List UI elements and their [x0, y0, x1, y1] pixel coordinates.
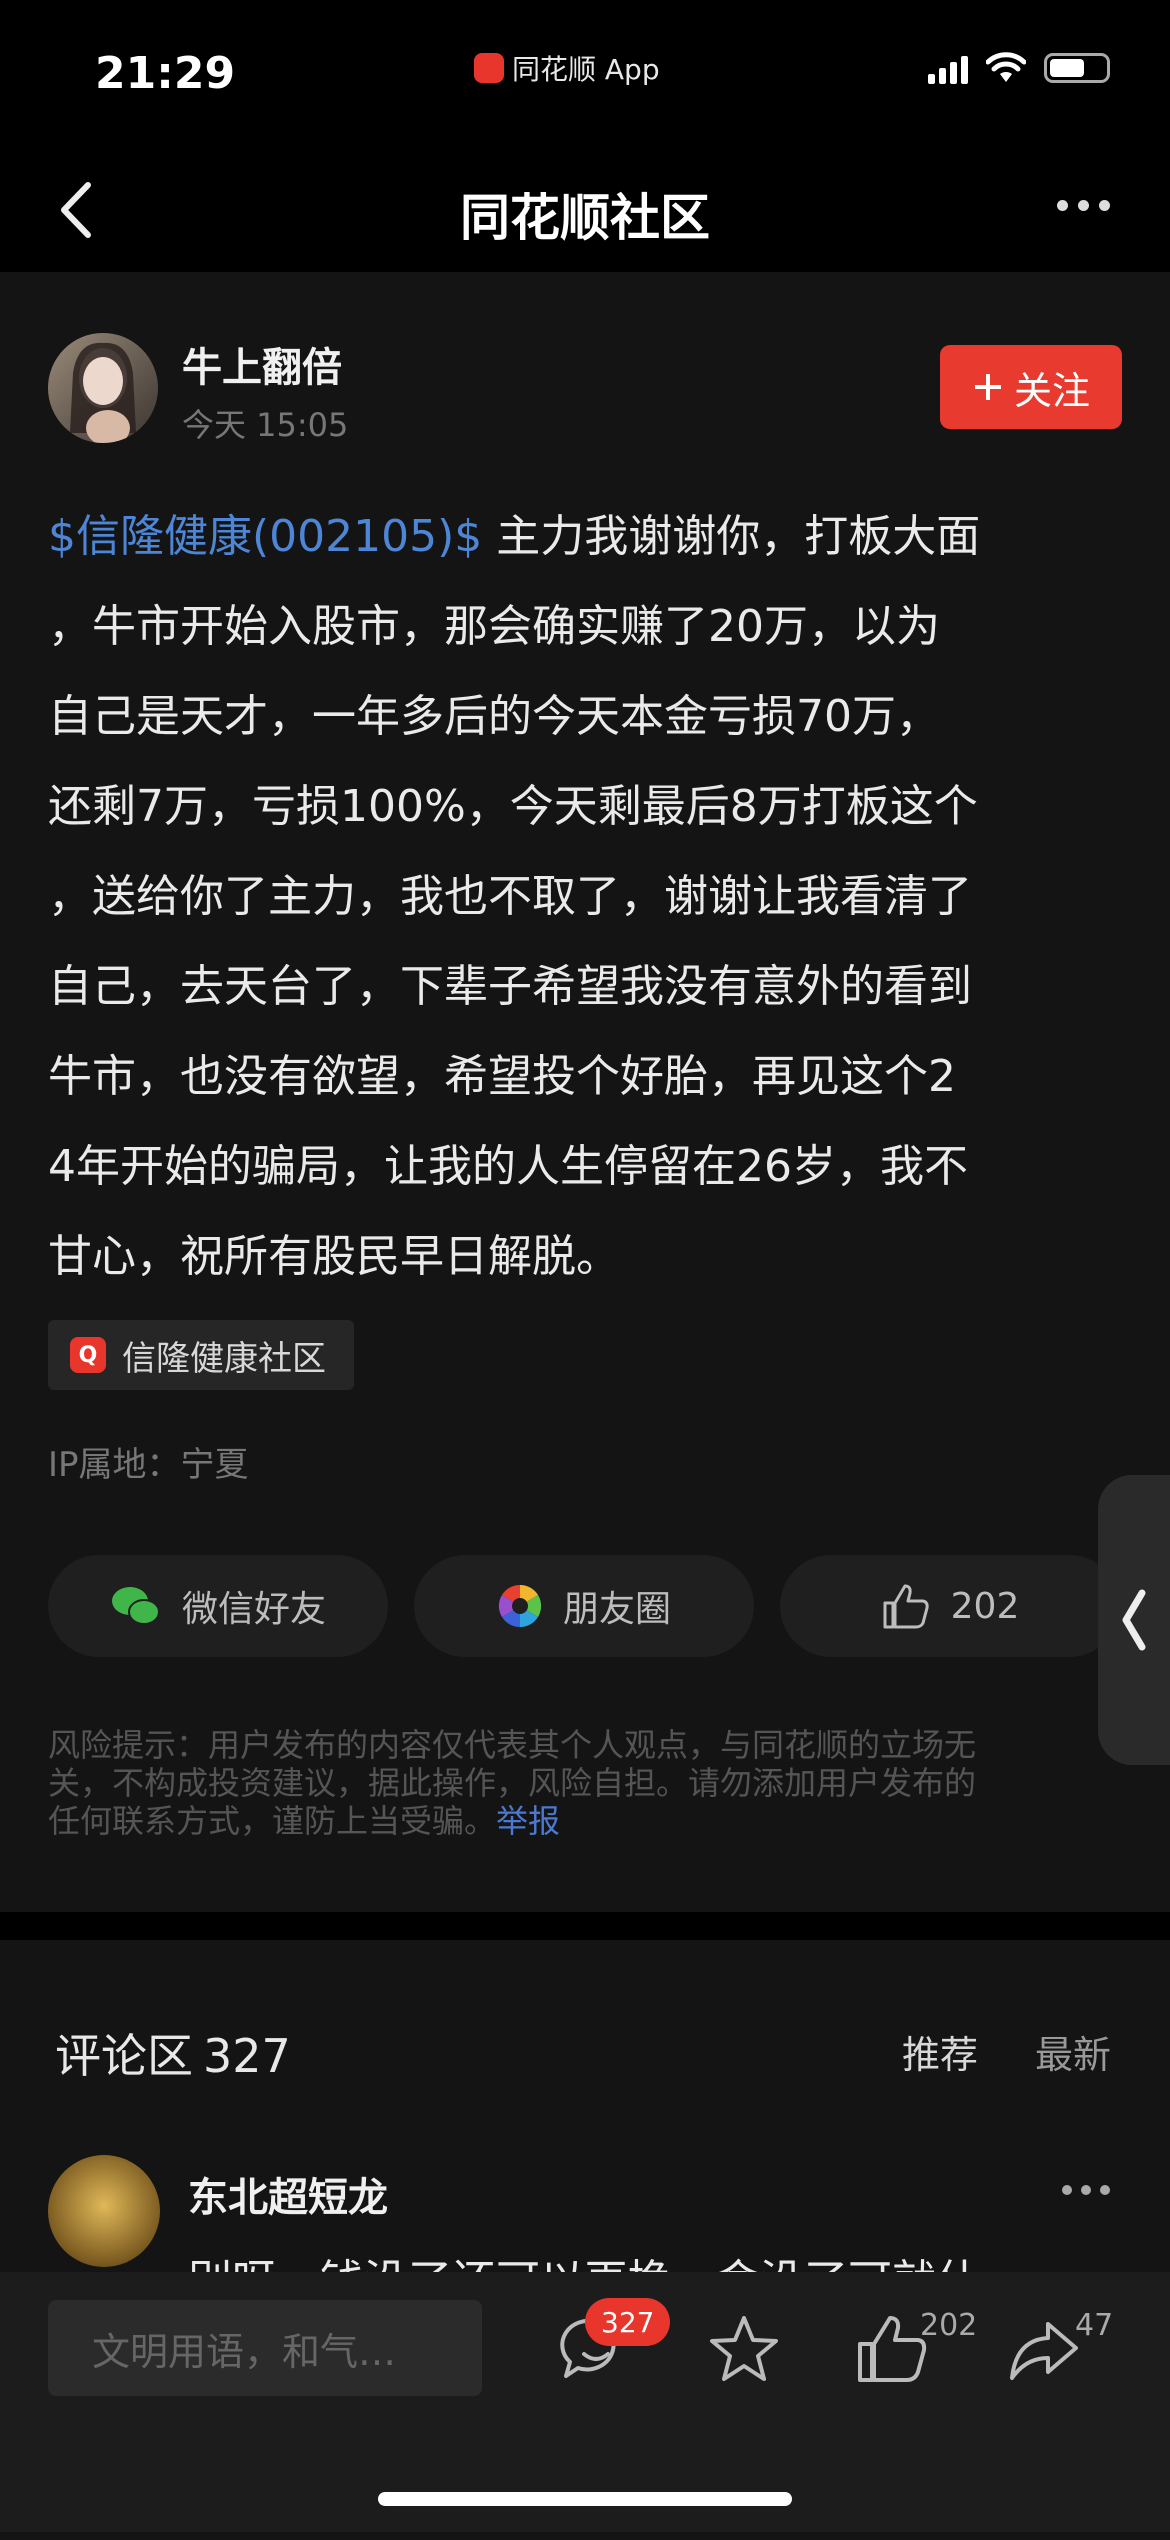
- like-count: 202: [950, 1585, 1020, 1627]
- side-panel-handle[interactable]: [1098, 1475, 1170, 1765]
- comment-more-icon[interactable]: [1062, 2185, 1110, 2195]
- post-time: 今天 15:05: [182, 406, 349, 444]
- battery-icon: [1044, 53, 1110, 83]
- like-button[interactable]: 202: [780, 1555, 1120, 1657]
- share-wechat-button[interactable]: 微信好友: [48, 1555, 388, 1657]
- stock-link[interactable]: $信隆健康(002105)$: [48, 511, 482, 562]
- share-moments-label: 朋友圈: [562, 1589, 671, 1630]
- wifi-icon: [986, 52, 1026, 82]
- wechat-icon: [111, 1587, 160, 1625]
- post-body: $信隆健康(002105)$ 主力我谢谢你，打板大面 ，牛市开始入股市，那会确实…: [48, 492, 1128, 1302]
- thumb-up-icon: [883, 1584, 929, 1629]
- bottom-like-count: 202: [920, 2308, 978, 2343]
- comment-input[interactable]: 文明用语，和气…: [48, 2300, 482, 2396]
- status-time: 21:29: [95, 48, 236, 99]
- post-line: 还剩7万，亏损100%，今天剩最后8万打板这个: [48, 781, 978, 832]
- chevron-left-icon: [1122, 1589, 1146, 1651]
- share-moments-button[interactable]: 朋友圈: [414, 1555, 754, 1657]
- sort-latest-tab[interactable]: 最新: [1035, 2024, 1111, 2079]
- commenter-avatar[interactable]: [48, 2155, 160, 2267]
- status-icons: [928, 52, 1110, 84]
- moments-icon: [498, 1584, 542, 1628]
- bottom-share-count: 47: [1075, 2308, 1114, 2343]
- topic-label: 信隆健康社区: [122, 1338, 326, 1379]
- app-logo-icon: [474, 53, 504, 83]
- post-line: 自己，去天台了，下辈子希望我没有意外的看到: [48, 961, 972, 1012]
- share-wechat-label: 微信好友: [181, 1589, 326, 1630]
- app-name: 同花顺 App: [512, 53, 660, 86]
- report-link[interactable]: 举报: [496, 1802, 560, 1840]
- follow-button[interactable]: 关注: [940, 345, 1122, 429]
- commenter-name[interactable]: 东北超短龙: [188, 2165, 388, 2223]
- post-line: $信隆健康(002105)$ 主力我谢谢你，打板大面: [48, 511, 981, 562]
- author-avatar[interactable]: [48, 333, 158, 443]
- ip-location: IP属地：宁夏: [48, 1445, 249, 1485]
- home-indicator: [378, 2492, 792, 2506]
- post-line: 牛市，也没有欲望，希望投个好胎，再见这个2: [48, 1051, 956, 1102]
- follow-label: 关注: [1013, 368, 1090, 413]
- status-app-label: 同花顺 App: [474, 48, 660, 88]
- post-line: 甘心，祝所有股民早日解脱。: [48, 1231, 620, 1282]
- author-name[interactable]: 牛上翻倍: [182, 335, 342, 393]
- post-line: ，送给你了主力，我也不取了，谢谢让我看清了: [48, 871, 972, 922]
- page-title: 同花顺社区: [460, 189, 710, 247]
- comment-count-badge: 327: [585, 2298, 671, 2346]
- share-icon[interactable]: [1004, 2310, 1084, 2390]
- post-line: 自己是天才，一年多后的今天本金亏损70万，: [48, 691, 940, 742]
- risk-disclaimer: 风险提示：用户发布的内容仅代表其个人观点，与同花顺的立场无 关，不构成投资建议，…: [48, 1726, 977, 1840]
- avatar-photo-icon: [70, 342, 136, 443]
- topic-tag[interactable]: Q 信隆健康社区: [48, 1320, 354, 1390]
- comments-count: 327: [203, 2029, 291, 2083]
- signal-icon: [928, 52, 968, 84]
- plus-icon: [974, 374, 1001, 400]
- sort-recommend-tab[interactable]: 推荐: [902, 2024, 978, 2079]
- comments-title: 评论区 327: [55, 2029, 291, 2083]
- post-line: ，牛市开始入股市，那会确实赚了20万，以为: [48, 601, 940, 652]
- post-line: 4年开始的骗局，让我的人生停留在26岁，我不: [48, 1141, 968, 1192]
- star-icon[interactable]: [704, 2310, 784, 2390]
- more-icon[interactable]: [1057, 200, 1110, 211]
- community-logo-icon: Q: [70, 1337, 106, 1373]
